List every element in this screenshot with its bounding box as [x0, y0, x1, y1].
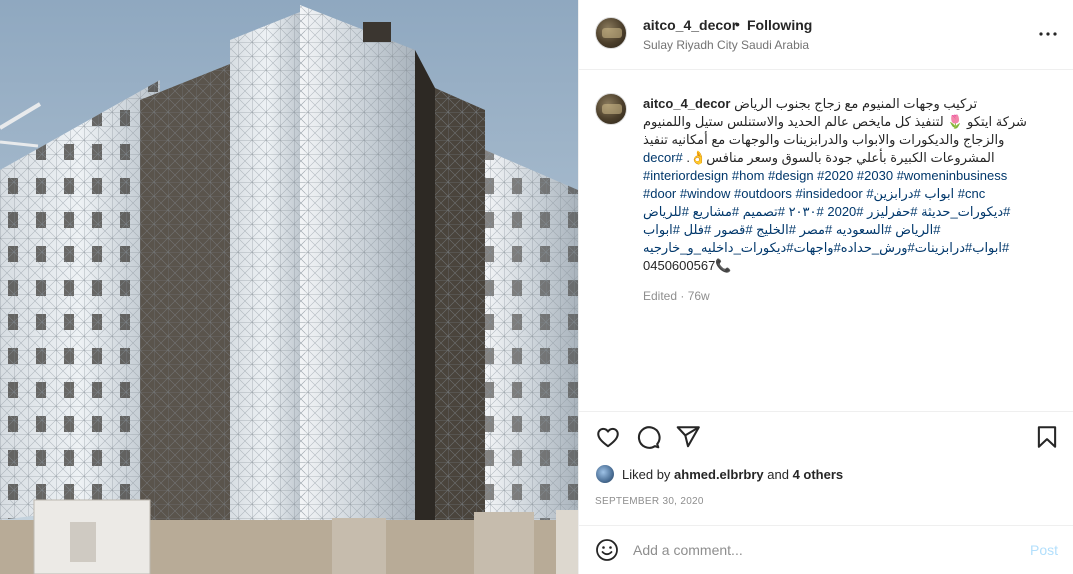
- post-photo[interactable]: [0, 0, 578, 574]
- bookmark-icon[interactable]: [1034, 424, 1060, 450]
- post-date[interactable]: SEPTEMBER 30, 2020: [595, 496, 704, 507]
- hashtags-line-8[interactable]: #الرياض #السعوديه #مصر #الخليج #قصور #فل…: [643, 221, 1059, 239]
- post-header: aitco_4_decor • Following Sulay Riyadh C…: [579, 0, 1073, 70]
- liker-username-link[interactable]: ahmed.elbrbry: [674, 467, 764, 482]
- caption-line-1: تركيب وجهات المنيوم مع زجاج بجنوب الرياض: [734, 96, 978, 111]
- location-link[interactable]: Sulay Riyadh City Saudi Arabia: [643, 38, 809, 52]
- caption-avatar[interactable]: [595, 93, 627, 125]
- post-comment-button[interactable]: Post: [1030, 542, 1058, 558]
- following-button[interactable]: Following: [747, 17, 812, 33]
- hashtags-line-7[interactable]: #ديكورات_حديثة #حفرليزر #2020 #٢٠٣٠ #تصم…: [643, 203, 1059, 221]
- edited-timestamp[interactable]: Edited · 76w: [643, 289, 710, 303]
- likes-summary: Liked by ahmed.elbrbry and 4 others: [595, 463, 843, 485]
- heart-icon[interactable]: [595, 424, 621, 450]
- emoji-icon[interactable]: [595, 538, 619, 562]
- post-side-panel: aitco_4_decor • Following Sulay Riyadh C…: [578, 0, 1073, 574]
- building-image: [0, 0, 578, 574]
- action-bar: [579, 411, 1073, 461]
- separator-dot: •: [735, 16, 740, 32]
- caption-area: aitco_4_decor تركيب وجهات المنيوم مع زجا…: [579, 71, 1073, 411]
- liker-avatar[interactable]: [595, 464, 615, 484]
- caption-text: aitco_4_decor تركيب وجهات المنيوم مع زجا…: [643, 95, 1059, 275]
- share-icon[interactable]: [675, 424, 701, 450]
- phone-number: 0450600567📞: [643, 258, 732, 273]
- hashtags-line-6[interactable]: #door #window #outdoors #insidedoor #ابو…: [643, 185, 1059, 203]
- more-options-icon[interactable]: [1036, 22, 1060, 46]
- caption-line-2: شركة ايتكو 🌷 لتنفيذ كل مايخص عالم الحديد…: [643, 114, 1027, 129]
- hashtags-line-5[interactable]: #interiordesign #hom #design #2020 #2030…: [643, 167, 1059, 185]
- instagram-post: aitco_4_decor • Following Sulay Riyadh C…: [0, 0, 1073, 574]
- caption-line-3: والزجاج والديكورات والابواب والدرابزينات…: [643, 132, 1005, 147]
- others-likes-link[interactable]: 4 others: [793, 467, 844, 482]
- caption-line-4: المشروعات الكبيرة بأعلي جودة بالسوق وسعر…: [643, 149, 1059, 167]
- caption-username[interactable]: aitco_4_decor: [643, 96, 730, 111]
- liked-by-middle: and: [763, 466, 793, 482]
- comment-icon[interactable]: [635, 424, 661, 450]
- caption-line-4-text: المشروعات الكبيرة بأعلي جودة بالسوق وسعر…: [686, 150, 995, 165]
- comment-input[interactable]: [633, 539, 1013, 561]
- username-link[interactable]: aitco_4_decor: [643, 17, 737, 33]
- avatar[interactable]: [595, 17, 627, 49]
- hashtag-decor[interactable]: #decor: [643, 150, 683, 165]
- liked-by-prefix: Liked by: [622, 466, 675, 482]
- comment-bar: Post: [579, 525, 1073, 574]
- hashtags-line-9[interactable]: #ابواب#درابزينات#ورش_حداده#واجهات#ديكورا…: [643, 239, 1059, 257]
